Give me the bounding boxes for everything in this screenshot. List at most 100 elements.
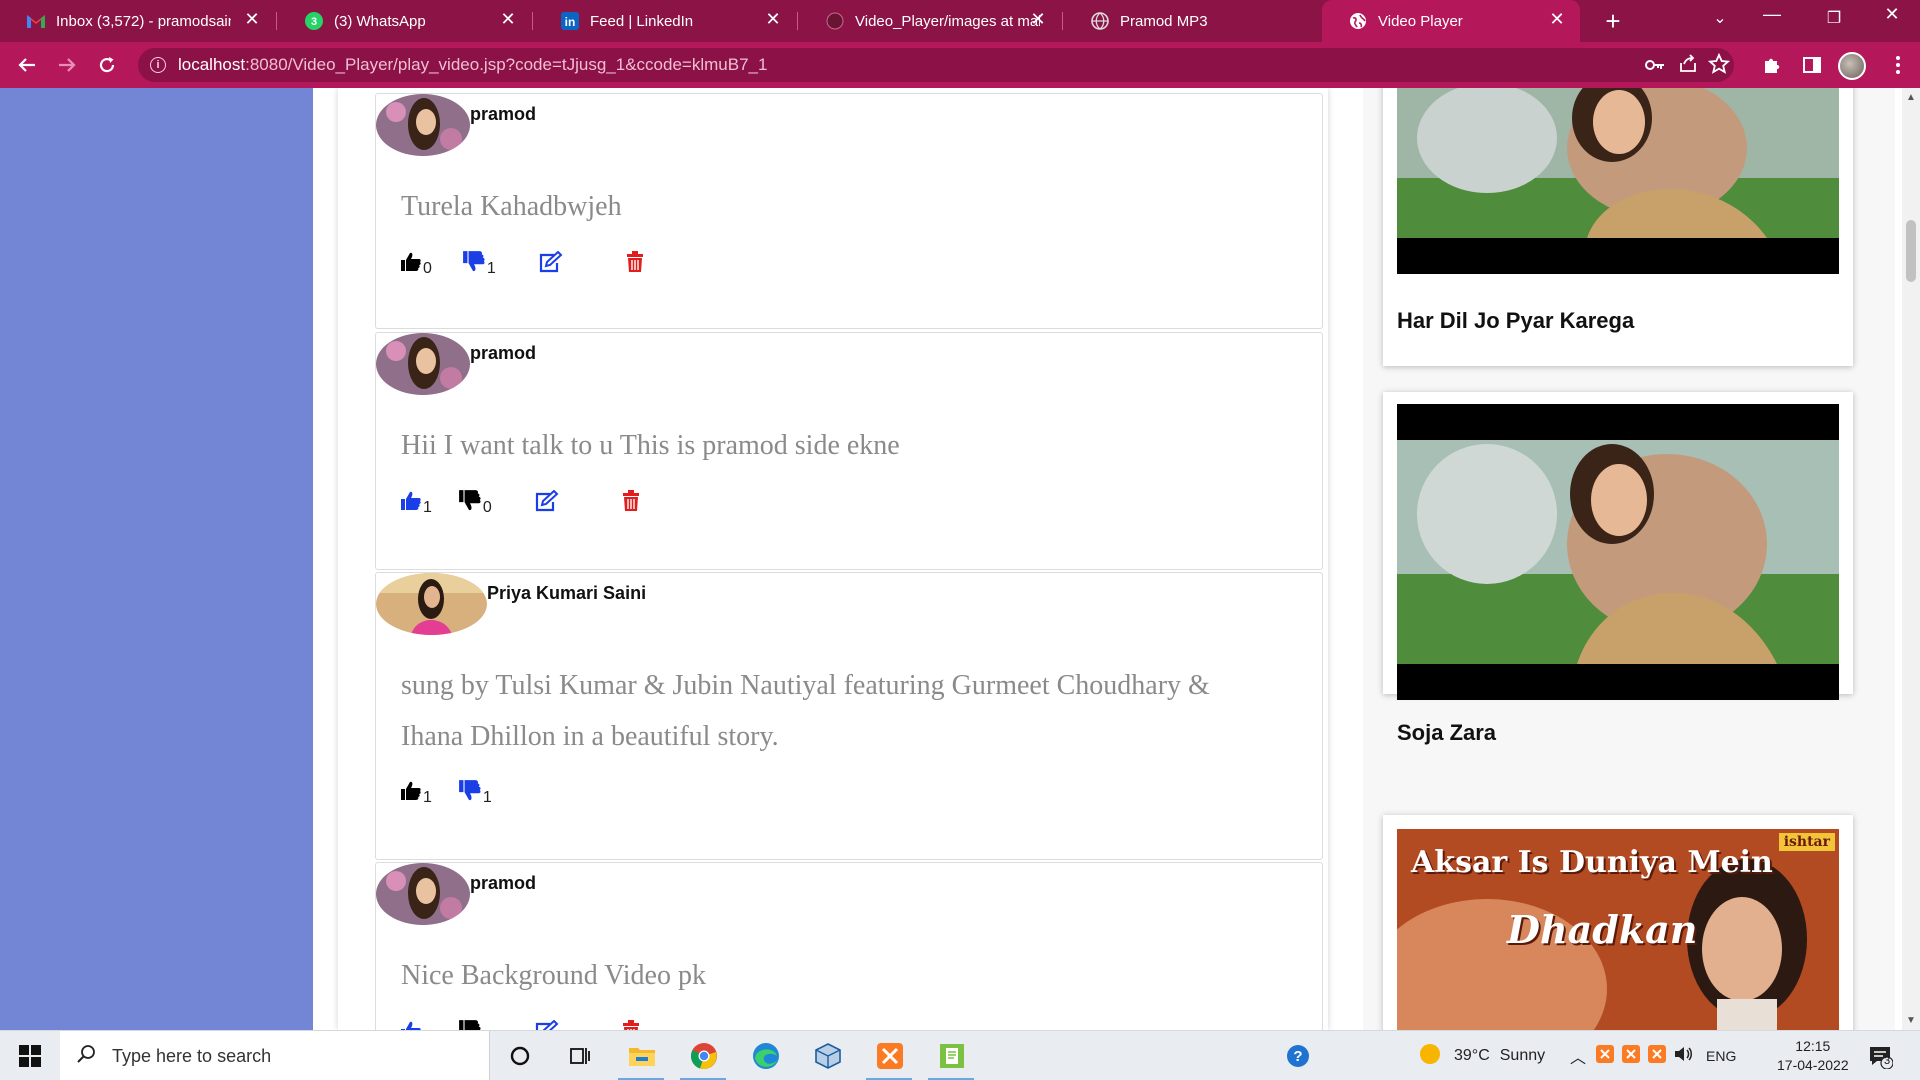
- dislike-button[interactable]: 0: [458, 490, 492, 517]
- speaker-icon[interactable]: [1674, 1045, 1694, 1068]
- weather-widget[interactable]: 39°C Sunny: [1418, 1031, 1545, 1080]
- scroll-up-arrow-icon[interactable]: ▲: [1906, 92, 1916, 103]
- task-view-icon[interactable]: [562, 1039, 598, 1073]
- cortana-icon[interactable]: [502, 1039, 538, 1073]
- windows-taskbar: Type here to search ? 39°C Sunny ︿ ENG 1…: [0, 1030, 1920, 1080]
- video-thumbnail[interactable]: Aksar Is Duniya Mein Dhadkan ishtar: [1397, 829, 1839, 1030]
- xampp-tray-icon[interactable]: [1648, 1044, 1667, 1068]
- dislike-button[interactable]: 0: [458, 1020, 492, 1030]
- tab-whatsapp[interactable]: 3 (3) WhatsApp ✕: [278, 0, 531, 42]
- key-icon[interactable]: [1644, 55, 1666, 80]
- chevron-up-icon[interactable]: ︿: [1570, 1044, 1586, 1068]
- thumbs-down-icon: [462, 249, 486, 278]
- windows-start-icon[interactable]: [12, 1039, 48, 1073]
- clock[interactable]: 12:15 17-04-2022: [1777, 1031, 1849, 1080]
- profile-avatar[interactable]: [1838, 52, 1866, 80]
- dislike-button[interactable]: 1: [458, 780, 492, 807]
- xampp-icon[interactable]: [872, 1039, 908, 1073]
- tab-search-chevron-icon[interactable]: ⌄: [1692, 8, 1748, 28]
- side-panel-icon[interactable]: [1796, 49, 1828, 81]
- like-button[interactable]: 1: [400, 491, 432, 517]
- url-text[interactable]: localhost:8080/Video_Player/play_video.j…: [178, 55, 767, 75]
- edit-button[interactable]: [534, 1019, 560, 1030]
- language-indicator[interactable]: ENG: [1706, 1048, 1736, 1064]
- comment-author: pramod: [470, 103, 537, 124]
- notepad-app-icon[interactable]: [934, 1039, 970, 1073]
- xampp-tray-icon[interactable]: [1596, 1044, 1615, 1068]
- scroll-down-arrow-icon[interactable]: ▼: [1906, 1015, 1916, 1026]
- restore-button[interactable]: ❐: [1806, 8, 1862, 28]
- minimize-button[interactable]: —: [1744, 4, 1800, 25]
- close-icon[interactable]: ✕: [497, 9, 519, 30]
- page-scrollbar[interactable]: ▲ ▼: [1902, 88, 1920, 1030]
- notification-center-icon[interactable]: 3: [1862, 1039, 1898, 1073]
- comment-author: pramod: [470, 872, 537, 893]
- help-icon[interactable]: ?: [1280, 1039, 1316, 1073]
- tray-icons: ︿ ENG: [1570, 1031, 1736, 1080]
- clock-time: 12:15: [1795, 1038, 1831, 1054]
- close-window-button[interactable]: ✕: [1864, 4, 1920, 25]
- close-icon[interactable]: ✕: [241, 9, 263, 30]
- video-title[interactable]: Soja Zara: [1397, 720, 1496, 746]
- comment-header: pramod: [376, 863, 536, 925]
- comment-card: pramod Nice Background Video pk 1 0: [375, 862, 1323, 1030]
- page-viewport: pramod Turela Kahadbwjeh 0 1 pramod Hii …: [0, 88, 1902, 1030]
- svg-text:?: ?: [1293, 1048, 1302, 1065]
- video-card[interactable]: Aksar Is Duniya Mein Dhadkan ishtar: [1383, 815, 1853, 1030]
- xampp-tray-icon[interactable]: [1622, 1044, 1641, 1068]
- tab-github[interactable]: Video_Player/images at main ✕: [799, 0, 1061, 42]
- scrollbar-thumb[interactable]: [1906, 220, 1916, 282]
- edit-icon: [538, 250, 564, 278]
- chrome-icon[interactable]: [686, 1039, 722, 1073]
- github-icon: [825, 11, 845, 31]
- back-arrow-icon[interactable]: [11, 49, 43, 81]
- edit-button[interactable]: [538, 250, 564, 278]
- video-title[interactable]: Har Dil Jo Pyar Karega: [1397, 308, 1634, 334]
- dislike-button[interactable]: 1: [462, 249, 496, 278]
- edit-button[interactable]: [534, 489, 560, 517]
- tab-linkedin[interactable]: in Feed | LinkedIn ✕: [534, 0, 796, 42]
- comment-actions: 1 0: [400, 1019, 640, 1030]
- comment-card: pramod Hii I want talk to u This is pram…: [375, 332, 1323, 570]
- extensions-puzzle-icon[interactable]: [1756, 49, 1788, 81]
- video-card[interactable]: Har Dil Jo Pyar Karega: [1383, 88, 1853, 366]
- comment-card: pramod Turela Kahadbwjeh 0 1: [375, 93, 1323, 329]
- comment-actions: 1 1: [400, 780, 492, 807]
- delete-button[interactable]: [626, 251, 644, 278]
- menu-kebab-icon[interactable]: [1882, 49, 1914, 81]
- address-bar[interactable]: i localhost:8080/Video_Player/play_video…: [138, 48, 1734, 82]
- delete-button[interactable]: [622, 490, 640, 517]
- video-thumbnail[interactable]: [1397, 404, 1839, 700]
- tab-pramod-mp3[interactable]: Pramod MP3: [1064, 0, 1320, 42]
- video-thumbnail[interactable]: [1397, 88, 1839, 274]
- edit-icon: [534, 489, 560, 517]
- new-tab-button[interactable]: +: [1598, 6, 1628, 37]
- site-info-icon[interactable]: i: [150, 57, 166, 73]
- tab-title: (3) WhatsApp: [334, 12, 426, 30]
- search-icon: [76, 1044, 96, 1069]
- reload-icon[interactable]: [91, 49, 123, 81]
- thumbs-up-icon: [400, 251, 422, 278]
- delete-button[interactable]: [622, 1020, 640, 1030]
- channel-badge: ishtar: [1778, 833, 1835, 851]
- like-button[interactable]: 1: [400, 1021, 432, 1030]
- close-icon[interactable]: ✕: [1027, 9, 1049, 30]
- file-explorer-icon[interactable]: [624, 1039, 660, 1073]
- video-card[interactable]: Soja Zara: [1383, 392, 1853, 745]
- trash-icon: [626, 251, 644, 278]
- like-button[interactable]: 0: [400, 252, 432, 278]
- taskbar-search-box[interactable]: Type here to search: [60, 1031, 490, 1080]
- like-button[interactable]: 1: [400, 781, 432, 807]
- close-icon[interactable]: ✕: [1546, 9, 1568, 30]
- forward-arrow-icon[interactable]: [51, 49, 83, 81]
- close-icon[interactable]: ✕: [762, 9, 784, 30]
- bookmark-star-icon[interactable]: [1707, 52, 1731, 80]
- tab-video-player[interactable]: Video Player ✕: [1322, 0, 1580, 42]
- comment-header: pramod: [376, 94, 536, 156]
- virtualbox-icon[interactable]: [810, 1039, 846, 1073]
- tab-gmail[interactable]: Inbox (3,572) - pramodsaini ✕: [0, 0, 275, 42]
- edge-icon[interactable]: [748, 1039, 784, 1073]
- thumbs-up-icon: [400, 1020, 422, 1030]
- edit-icon: [534, 1019, 560, 1030]
- share-icon[interactable]: [1678, 54, 1698, 79]
